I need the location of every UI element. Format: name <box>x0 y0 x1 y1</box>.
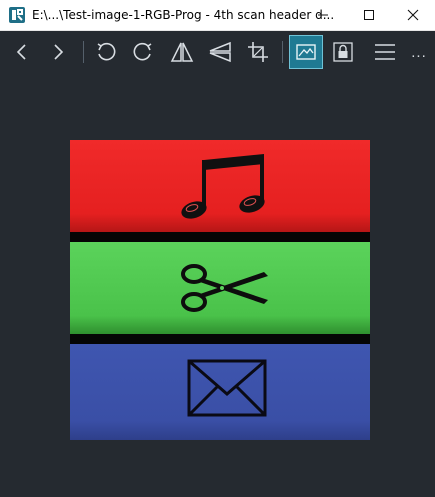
displayed-image <box>70 140 370 440</box>
image-canvas <box>0 73 435 497</box>
green-band <box>70 242 370 334</box>
crop-icon <box>248 42 268 62</box>
image-adjust-icon <box>296 44 316 60</box>
music-note-icon <box>181 154 265 219</box>
flip-vertical-button[interactable] <box>203 35 237 69</box>
maximize-button[interactable] <box>346 0 391 30</box>
menu-icon <box>375 44 395 60</box>
chevron-right-icon <box>54 44 64 60</box>
rotate-left-icon <box>97 42 116 61</box>
crop-button[interactable] <box>241 35 275 69</box>
next-button[interactable] <box>41 35 75 69</box>
rotate-right-icon <box>133 42 152 61</box>
lock-icon <box>333 42 353 62</box>
blue-band <box>70 344 370 440</box>
toolbar: ... <box>0 31 435 73</box>
envelope-icon <box>187 359 267 417</box>
image-adjust-button[interactable] <box>289 35 323 69</box>
previous-button[interactable] <box>5 35 39 69</box>
close-icon <box>407 9 418 21</box>
toolbar-separator <box>282 41 283 63</box>
maximize-icon <box>363 10 374 20</box>
rotate-left-button[interactable] <box>89 35 123 69</box>
app-icon <box>9 7 25 23</box>
scissors-icon <box>181 264 268 312</box>
rotate-right-button[interactable] <box>126 35 160 69</box>
minimize-icon <box>317 14 328 16</box>
red-band <box>70 140 370 232</box>
lock-button[interactable] <box>326 35 360 69</box>
toolbar-separator <box>83 41 84 63</box>
title-bar: E:\...\Test-image-1-RGB-Prog - 4th scan … <box>0 0 435 31</box>
band-divider <box>70 232 370 242</box>
window-title: E:\...\Test-image-1-RGB-Prog - 4th scan … <box>32 8 334 22</box>
flip-horizontal-icon <box>170 42 194 62</box>
chevron-left-icon <box>16 44 26 60</box>
more-button[interactable]: ... <box>405 35 433 69</box>
menu-button[interactable] <box>368 35 402 69</box>
minimize-button[interactable] <box>300 0 345 30</box>
flip-horizontal-button[interactable] <box>165 35 199 69</box>
band-divider <box>70 334 370 344</box>
close-button[interactable] <box>390 0 435 30</box>
flip-vertical-icon <box>209 41 231 63</box>
